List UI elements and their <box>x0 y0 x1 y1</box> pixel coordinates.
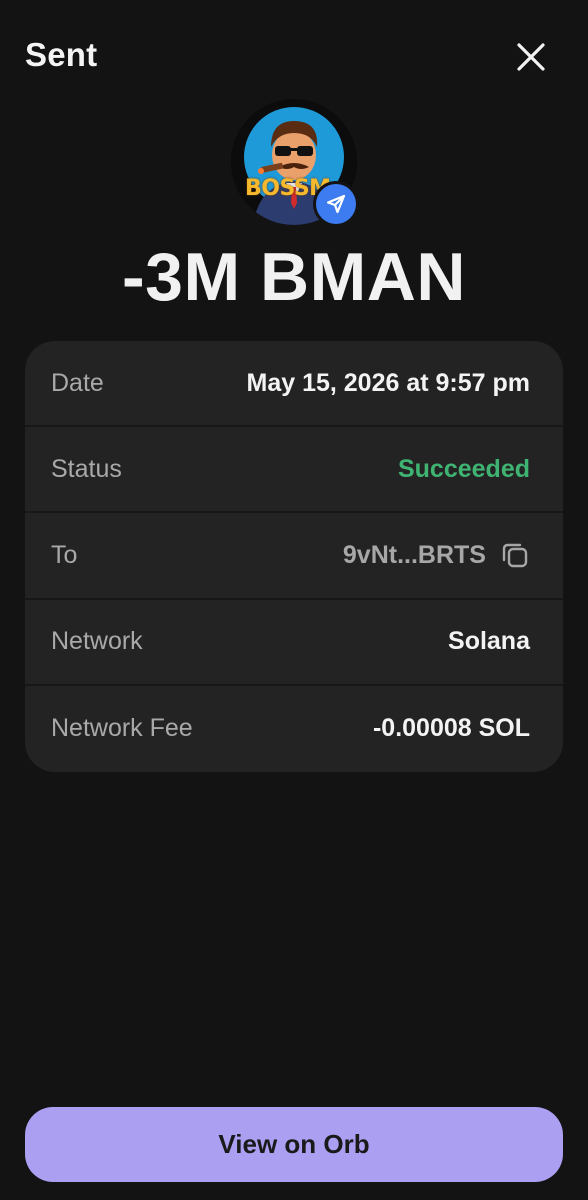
date-label: Date <box>51 368 104 397</box>
detail-row-status: Status Succeeded <box>25 427 563 514</box>
detail-row-to: To 9vNt...BRTS <box>25 513 563 600</box>
view-on-orb-button[interactable]: View on Orb <box>25 1107 563 1182</box>
to-address-group[interactable]: 9vNt...BRTS <box>343 540 530 570</box>
transaction-amount: -3M BMAN <box>122 239 466 315</box>
close-icon <box>517 43 545 71</box>
page-title: Sent <box>25 36 98 73</box>
status-label: Status <box>51 454 122 483</box>
detail-row-date: Date May 15, 2026 at 9:57 pm <box>25 341 563 428</box>
network-label: Network <box>51 627 143 656</box>
close-button[interactable] <box>510 36 552 78</box>
fee-value: -0.00008 SOL <box>372 714 530 743</box>
detail-row-network: Network Solana <box>25 600 563 686</box>
status-value: Succeeded <box>397 454 530 483</box>
transaction-detail-screen: Sent BOSSM -3M BMAN Date May 15, 2026 at… <box>0 0 588 1200</box>
token-avatar-group: BOSSM <box>231 99 359 227</box>
fee-label: Network Fee <box>51 714 193 743</box>
to-label: To <box>51 540 78 569</box>
to-address: 9vNt...BRTS <box>342 540 486 569</box>
copy-button[interactable] <box>500 540 530 570</box>
date-value: May 15, 2026 at 9:57 pm <box>246 368 531 397</box>
details-card: Date May 15, 2026 at 9:57 pm Status Succ… <box>25 341 563 772</box>
detail-row-fee: Network Fee -0.00008 SOL <box>25 686 563 772</box>
network-value: Solana <box>448 627 530 656</box>
send-arrow-icon <box>326 194 346 214</box>
sent-badge <box>313 181 359 227</box>
copy-icon <box>502 544 528 568</box>
